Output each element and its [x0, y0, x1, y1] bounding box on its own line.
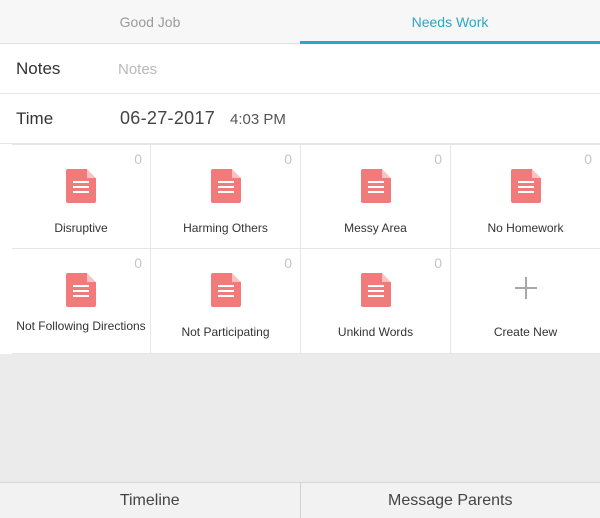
behavior-unkind-words[interactable]: 0 Unkind Words [301, 249, 451, 354]
behavior-count: 0 [434, 255, 442, 271]
behavior-disruptive[interactable]: 0 Disruptive [12, 145, 151, 249]
plus-icon [514, 277, 537, 299]
time-row: Time 06-27-2017 4:03 PM [0, 94, 600, 144]
notes-label: Notes [16, 58, 61, 78]
time-label: Time [16, 108, 54, 128]
behavior-grid: 0 Disruptive 0 Harming Others 0 Messy Ar… [12, 144, 600, 354]
notes-input[interactable] [112, 56, 582, 82]
document-icon [210, 273, 241, 307]
document-icon [66, 169, 96, 203]
create-new-button[interactable]: Create New [451, 249, 600, 354]
behavior-label: Disruptive [54, 221, 108, 235]
tab-good-job[interactable]: Good Job [0, 0, 300, 43]
empty-area [0, 354, 600, 482]
behavior-harming-others[interactable]: 0 Harming Others [151, 145, 301, 249]
behavior-label: Harming Others [183, 221, 268, 235]
document-icon [510, 169, 541, 203]
behavior-not-following-directions[interactable]: 0 Not Following Directions [12, 249, 151, 354]
behavior-count: 0 [434, 151, 442, 167]
behavior-count: 0 [134, 151, 142, 167]
bottom-bar: Timeline Message Parents [0, 482, 600, 518]
behavior-no-homework[interactable]: 0 No Homework [451, 145, 600, 249]
date-value[interactable]: 06-27-2017 [120, 108, 215, 129]
behavior-count: 0 [134, 255, 142, 271]
behavior-label: Not Participating [181, 325, 270, 339]
behavior-not-participating[interactable]: 0 Not Participating [151, 249, 301, 354]
tab-bar: Good Job Needs Work [0, 0, 600, 44]
time-value[interactable]: 4:03 PM [230, 111, 286, 128]
timeline-button[interactable]: Timeline [0, 483, 300, 518]
document-icon [210, 169, 241, 203]
behavior-messy-area[interactable]: 0 Messy Area [301, 145, 451, 249]
behavior-label: Messy Area [344, 221, 407, 235]
notes-row: Notes [0, 44, 600, 94]
behavior-label: No Homework [487, 221, 564, 235]
tab-needs-work[interactable]: Needs Work [300, 0, 600, 44]
document-icon [360, 169, 391, 203]
document-icon [360, 273, 391, 307]
behavior-count: 0 [584, 151, 592, 167]
behavior-count: 0 [284, 151, 292, 167]
document-icon [66, 273, 96, 307]
behavior-label: Not Following Directions [16, 319, 146, 333]
create-new-label: Create New [493, 325, 558, 339]
behavior-count: 0 [284, 255, 292, 271]
message-parents-button[interactable]: Message Parents [299, 483, 600, 518]
behavior-label: Unkind Words [337, 325, 414, 339]
